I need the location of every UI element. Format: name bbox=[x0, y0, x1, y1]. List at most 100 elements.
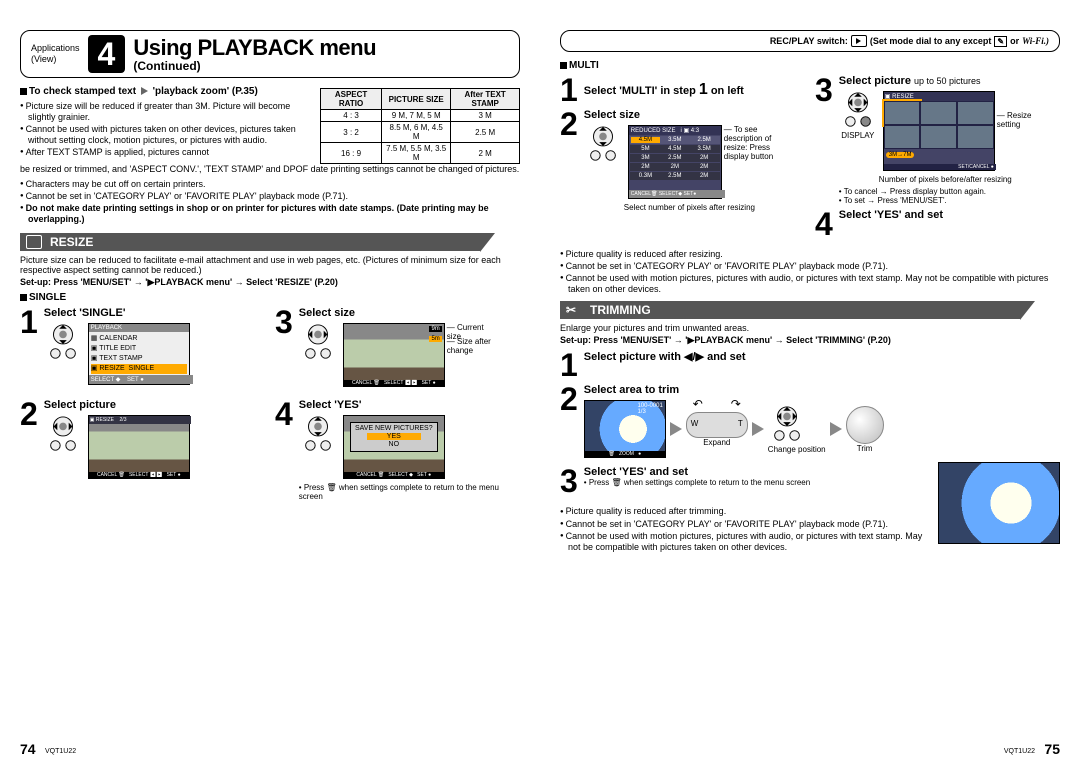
m-step1-num: 1 bbox=[560, 75, 578, 105]
resize-section: RESIZE Picture size can be reduced to fa… bbox=[20, 233, 520, 505]
text-stamp-continued: be resized or trimmed, and 'ASPECT CONV.… bbox=[20, 164, 520, 175]
trim-intro: Enlarge your pictures and trim unwanted … bbox=[560, 323, 1060, 333]
trimming-section-header: ✂ TRIMMING bbox=[560, 301, 1020, 319]
th-aspect: ASPECT RATIO bbox=[321, 89, 382, 110]
t-step3-num: 3 bbox=[560, 466, 578, 496]
lcd-col: 4.5M bbox=[631, 137, 660, 143]
bullet-item: Cannot be used with pictures taken on ot… bbox=[20, 124, 310, 146]
arrow-right-icon bbox=[830, 422, 842, 436]
doc-code-right: VQT1U22 bbox=[1004, 748, 1035, 755]
label-trim: Trim bbox=[846, 444, 884, 453]
save-dialog: SAVE NEW PICTURES? YES NO bbox=[350, 422, 438, 452]
table-cell: 7.5 M, 5.5 M, 3.5 M bbox=[382, 143, 451, 164]
menu-item: TITLE EDIT bbox=[99, 345, 136, 352]
lcd-save-confirm: SAVE NEW PICTURES? YES NO CANCEL 🗑 SELEC… bbox=[343, 415, 445, 479]
after-trim-bullets: Picture quality is reduced after trimmin… bbox=[560, 506, 928, 552]
page-subtitle: (Continued) bbox=[133, 59, 376, 73]
lcd-rs-title: REDUCED SIZE bbox=[631, 128, 676, 134]
step-4-block: 4 Select 'YES' SAVE NEW PICTURES? bbox=[275, 395, 520, 505]
lcd-cell: 2.5M bbox=[660, 173, 689, 179]
grid-title: RESIZE bbox=[892, 94, 914, 100]
bullet-item: Cannot be set in 'CATEGORY PLAY' or 'FAV… bbox=[560, 519, 928, 530]
bullet-item: Cannot be set in 'CATEGORY PLAY' or 'FAV… bbox=[20, 191, 520, 202]
lcd-set: SET bbox=[684, 191, 694, 197]
lcd-select: SELECT bbox=[659, 191, 678, 197]
text-stamp-bullet-list: Picture size will be reduced if greater … bbox=[20, 101, 310, 158]
m-step1-text2: on left bbox=[711, 85, 744, 97]
table-cell: 4 : 3 bbox=[321, 110, 382, 122]
joystick-icon bbox=[44, 415, 82, 455]
clipboard-icon: ✎ bbox=[994, 36, 1007, 47]
bullet-item: Characters may be cut off on certain pri… bbox=[20, 179, 520, 190]
table-cell: 3 M bbox=[451, 110, 520, 122]
single-label: SINGLE bbox=[29, 292, 66, 303]
t-step2-text: Select area to trim bbox=[584, 384, 1060, 396]
multi-label: MULTI bbox=[569, 60, 599, 71]
step-2-block: 2 Select picture ▣ RESIZE 2/3 CANCEL 🗑 S… bbox=[20, 395, 265, 505]
t-step2-num: 2 bbox=[560, 384, 578, 414]
t3-note: Press 🗑 when settings complete to return… bbox=[589, 478, 810, 487]
trim-controls-row: 100-00011/3 🗑 ZOOM ● ↶↷ WT Expand bbox=[584, 400, 1060, 458]
table-cell: 16 : 9 bbox=[321, 143, 382, 164]
joystick-icon bbox=[44, 323, 82, 363]
lcd-playback-menu: PLAYBACK ▦ CALENDAR ▣ TITLE EDIT ▣ TEXT … bbox=[88, 323, 190, 385]
joystick-icon bbox=[299, 323, 337, 363]
lcd-cancel: CANCEL bbox=[631, 191, 651, 197]
lcd-col: 2.5M bbox=[689, 137, 718, 143]
lcd-cell: 3.5M bbox=[689, 146, 718, 152]
play-mode-icon bbox=[851, 35, 867, 47]
header-recplay-label: REC/PLAY switch: bbox=[770, 36, 848, 46]
label-expand: Expand bbox=[686, 438, 748, 447]
grid-set: SET/CANCEL bbox=[958, 164, 989, 170]
block-bullet-icon bbox=[20, 88, 27, 95]
header-recplay-note2: (Set mode dial to any except bbox=[870, 36, 992, 46]
page-title: Using PLAYBACK menu bbox=[133, 35, 376, 61]
step-1-block: 1 Select 'SINGLE' PLAYBACK ▦ CA bbox=[20, 303, 265, 395]
m-step3-text: Select picture bbox=[839, 75, 911, 87]
m-step3-num: 3 bbox=[815, 75, 833, 105]
after-resize-bullets: Picture quality is reduced after resizin… bbox=[560, 249, 1060, 295]
m-step4-text: Select 'YES' and set bbox=[839, 209, 943, 221]
m-step1-text: Select 'MULTI' in step bbox=[584, 85, 696, 97]
lcd-cell: 2.5M bbox=[660, 155, 689, 161]
bullet-item: Cannot be used with motion pictures, pic… bbox=[560, 273, 1060, 295]
page-number-right: 75 bbox=[1044, 741, 1060, 757]
display-button-group: DISPLAY bbox=[839, 91, 877, 140]
resize-badge: 3M→7M bbox=[886, 152, 915, 158]
menu-item: TEXT STAMP bbox=[99, 355, 142, 362]
header-title-block: Using PLAYBACK menu (Continued) bbox=[133, 35, 376, 73]
step-3-number: 3 bbox=[275, 307, 293, 337]
t-step3-text: Select 'YES' and set bbox=[584, 466, 810, 478]
save-yes: YES bbox=[367, 433, 421, 440]
step-1-number: 1 bbox=[20, 307, 38, 337]
menu-single: SINGLE bbox=[129, 365, 155, 372]
resize-title: RESIZE bbox=[50, 235, 93, 249]
header-bar: Applications (View) 4 Using PLAYBACK men… bbox=[20, 30, 520, 78]
th-size: PICTURE SIZE bbox=[382, 89, 451, 110]
resize-setup-text: Set-up: Press 'MENU/SET' → '▶PLAYBACK me… bbox=[20, 277, 520, 288]
m2-caption: Select number of pixels after resizing bbox=[624, 203, 755, 212]
bullet-item: Picture size will be reduced if greater … bbox=[20, 101, 310, 123]
lcd-trim-preview: 100-00011/3 🗑 ZOOM ● bbox=[584, 400, 666, 458]
header-or: or bbox=[1010, 36, 1019, 46]
display-label: DISPLAY bbox=[839, 131, 877, 140]
aspect-ratio-table: ASPECT RATIOPICTURE SIZEAfter TEXT STAMP… bbox=[320, 88, 520, 164]
step-1-label: Select 'SINGLE' bbox=[44, 307, 190, 319]
bullet-item: Cannot be used with motion pictures, pic… bbox=[560, 531, 928, 553]
menu-set-button-icon bbox=[846, 406, 884, 444]
lcd-cell: 2M bbox=[631, 164, 660, 170]
bullet-item: Picture quality is reduced after resizin… bbox=[560, 249, 1060, 260]
th-after: After TEXT STAMP bbox=[451, 89, 520, 110]
single-steps-row2: 2 Select picture ▣ RESIZE 2/3 CANCEL 🗑 S… bbox=[20, 395, 520, 505]
trim-result-thumbnail bbox=[938, 462, 1060, 544]
step4-note: Press 🗑 when settings complete to return… bbox=[299, 483, 499, 501]
note-line: be resized or trimmed, and 'ASPECT CONV.… bbox=[20, 164, 519, 174]
page-right: REC/PLAY switch: (Set mode dial to any e… bbox=[540, 0, 1080, 767]
save-no: NO bbox=[367, 441, 421, 448]
doc-code-left: VQT1U22 bbox=[45, 748, 76, 755]
m-step2-text: Select size bbox=[584, 109, 755, 121]
lcd-set: SET bbox=[127, 377, 139, 383]
manual-spread: Applications (View) 4 Using PLAYBACK men… bbox=[0, 0, 1080, 767]
multi-col-right: 3 Select picture up to 50 pictures DISPL… bbox=[815, 71, 1060, 243]
table-cell: 2 M bbox=[451, 143, 520, 164]
